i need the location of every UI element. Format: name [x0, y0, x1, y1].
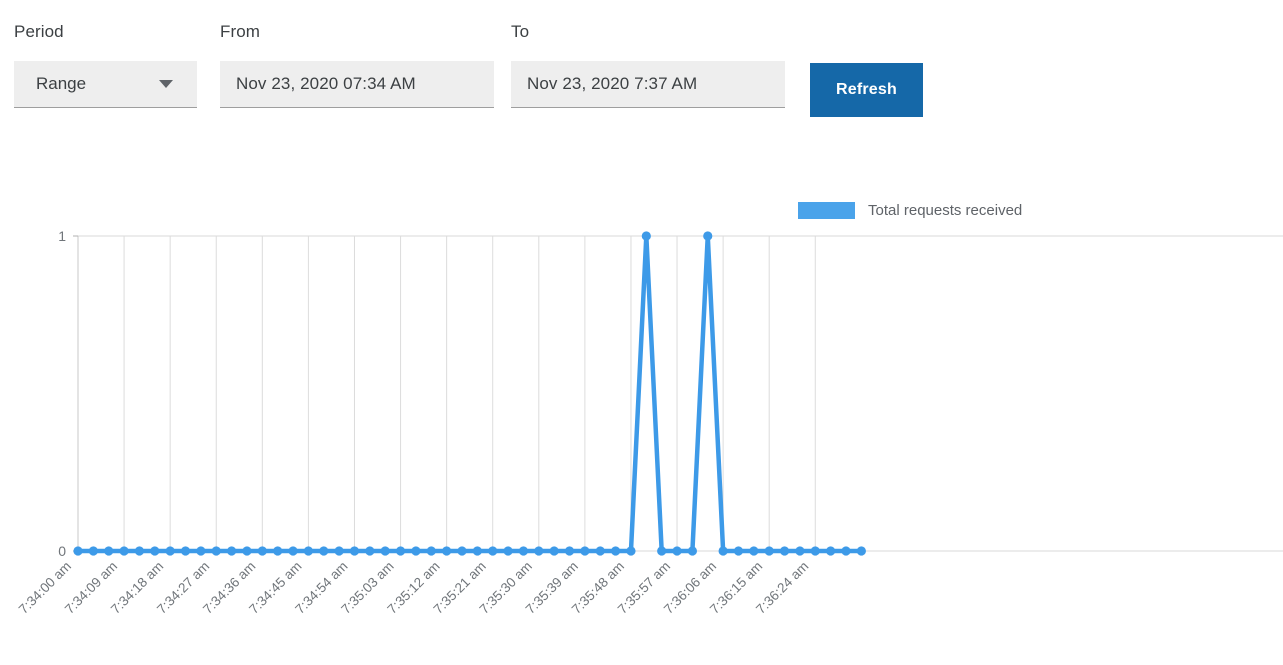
series-data-point[interactable]	[795, 546, 804, 555]
series-data-point[interactable]	[703, 231, 712, 240]
to-label: To	[511, 22, 785, 42]
series-data-point[interactable]	[258, 546, 267, 555]
series-data-point[interactable]	[749, 546, 758, 555]
chart-canvas: 01 7:34:00 am7:34:09 am7:34:18 am7:34:27…	[0, 140, 1283, 665]
period-select[interactable]: Range	[14, 61, 197, 108]
series-data-point[interactable]	[503, 546, 512, 555]
series-data-point[interactable]	[411, 546, 420, 555]
series-data-point[interactable]	[104, 546, 113, 555]
y-axis-tick-label: 1	[58, 228, 66, 244]
period-select-value: Range	[36, 74, 86, 94]
period-field-group: Period Range	[14, 22, 197, 108]
chart-gridlines	[78, 236, 1283, 555]
series-data-point[interactable]	[365, 546, 374, 555]
series-data-point[interactable]	[135, 546, 144, 555]
from-date-input[interactable]: Nov 23, 2020 07:34 AM	[220, 61, 494, 108]
series-data-point[interactable]	[119, 546, 128, 555]
series-data-point[interactable]	[565, 546, 574, 555]
series-data-point[interactable]	[150, 546, 159, 555]
series-data-point[interactable]	[765, 546, 774, 555]
series-data-point[interactable]	[657, 546, 666, 555]
series-data-point[interactable]	[242, 546, 251, 555]
series-data-point[interactable]	[811, 546, 820, 555]
series-data-point[interactable]	[319, 546, 328, 555]
series-data-point[interactable]	[841, 546, 850, 555]
period-label: Period	[14, 22, 197, 42]
series-data-point[interactable]	[672, 546, 681, 555]
requests-line-chart: 01 7:34:00 am7:34:09 am7:34:18 am7:34:27…	[0, 140, 1283, 665]
series-data-point[interactable]	[642, 231, 651, 240]
refresh-button[interactable]: Refresh	[810, 63, 923, 117]
series-data-point[interactable]	[381, 546, 390, 555]
series-data-point[interactable]	[734, 546, 743, 555]
y-axis-tick-label: 0	[58, 543, 66, 559]
series-data-point[interactable]	[550, 546, 559, 555]
series-data-point[interactable]	[442, 546, 451, 555]
series-data-point[interactable]	[396, 546, 405, 555]
series-data-point[interactable]	[519, 546, 528, 555]
series-line-total-requests	[78, 236, 861, 551]
y-axis-ticks: 01	[58, 228, 78, 559]
series-data-point[interactable]	[196, 546, 205, 555]
series-data-point[interactable]	[227, 546, 236, 555]
series-data-point[interactable]	[826, 546, 835, 555]
to-date-input[interactable]: Nov 23, 2020 7:37 AM	[511, 61, 785, 108]
series-data-point[interactable]	[534, 546, 543, 555]
chart-series-layer	[73, 231, 866, 555]
from-label: From	[220, 22, 494, 42]
to-field-group: To Nov 23, 2020 7:37 AM	[511, 22, 785, 108]
series-data-point[interactable]	[166, 546, 175, 555]
series-data-point[interactable]	[457, 546, 466, 555]
series-data-point[interactable]	[719, 546, 728, 555]
series-data-point[interactable]	[596, 546, 605, 555]
series-data-point[interactable]	[273, 546, 282, 555]
series-data-point[interactable]	[89, 546, 98, 555]
series-data-point[interactable]	[427, 546, 436, 555]
series-data-point[interactable]	[181, 546, 190, 555]
filter-toolbar: Period Range From Nov 23, 2020 07:34 AM …	[0, 0, 1283, 140]
from-field-group: From Nov 23, 2020 07:34 AM	[220, 22, 494, 108]
series-data-point[interactable]	[288, 546, 297, 555]
series-data-point[interactable]	[335, 546, 344, 555]
series-data-point[interactable]	[857, 546, 866, 555]
series-data-point[interactable]	[688, 546, 697, 555]
chart-legend: Total requests received	[798, 202, 1022, 219]
series-data-point[interactable]	[780, 546, 789, 555]
series-data-point[interactable]	[611, 546, 620, 555]
series-data-point[interactable]	[304, 546, 313, 555]
series-data-point[interactable]	[580, 546, 589, 555]
series-data-point[interactable]	[488, 546, 497, 555]
chevron-down-icon	[159, 80, 173, 88]
series-data-point[interactable]	[626, 546, 635, 555]
legend-label-total-requests: Total requests received	[868, 202, 1022, 219]
from-date-value: Nov 23, 2020 07:34 AM	[236, 74, 416, 94]
to-date-value: Nov 23, 2020 7:37 AM	[527, 74, 697, 94]
series-data-point[interactable]	[212, 546, 221, 555]
series-data-point[interactable]	[73, 546, 82, 555]
series-data-point[interactable]	[473, 546, 482, 555]
x-axis-ticks: 7:34:00 am7:34:09 am7:34:18 am7:34:27 am…	[16, 559, 812, 617]
legend-swatch-total-requests	[798, 202, 855, 219]
series-data-point[interactable]	[350, 546, 359, 555]
